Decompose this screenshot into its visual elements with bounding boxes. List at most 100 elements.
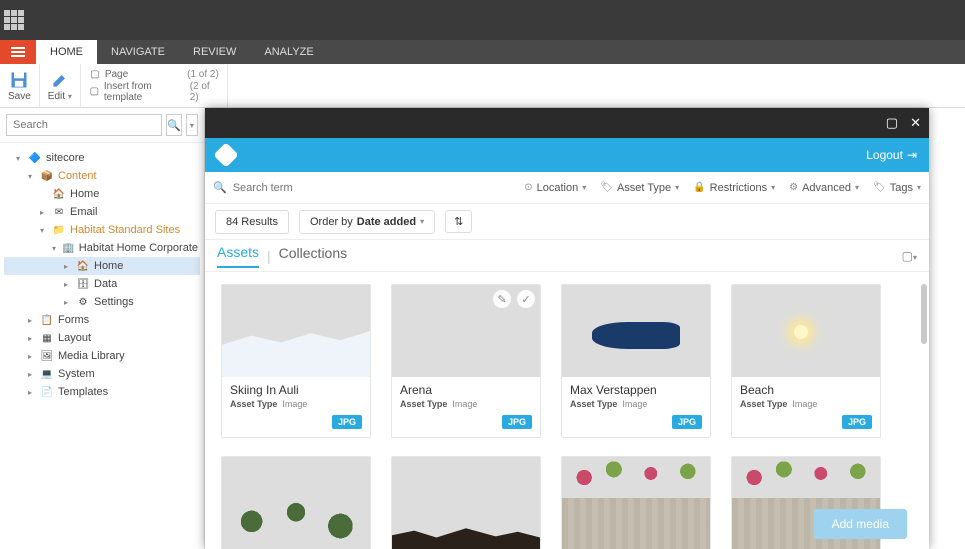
logout-icon: ⇥ bbox=[907, 148, 917, 162]
maximize-icon[interactable]: ▢ bbox=[886, 115, 898, 131]
save-label: Save bbox=[8, 91, 31, 102]
ribbon-tab-analyze[interactable]: ANALYZE bbox=[250, 40, 327, 64]
tree-item-habitat-standard-sites[interactable]: ▾📁Habitat Standard Sites bbox=[4, 221, 200, 239]
tree-node-label: Habitat Standard Sites bbox=[70, 224, 180, 236]
tree-node-icon: 📄 bbox=[40, 385, 54, 399]
scrollbar-thumb[interactable] bbox=[921, 284, 927, 344]
tree-node-icon: 🏠 bbox=[76, 259, 90, 273]
tree-node-icon: ✉ bbox=[52, 205, 66, 219]
filter-icon: 🔒 bbox=[693, 182, 705, 193]
add-media-button[interactable]: Add media bbox=[814, 509, 907, 539]
expand-icon: ▾ bbox=[52, 244, 58, 253]
result-bar: 84 Results Order by Date added ▾ ⇅ bbox=[205, 204, 929, 240]
tree-search-button[interactable]: 🔍 bbox=[166, 114, 182, 136]
tab-assets[interactable]: Assets bbox=[217, 244, 259, 268]
tree-node-label: Habitat Home Corporate bbox=[79, 242, 198, 254]
tree-node-icon: 🏠 bbox=[52, 187, 66, 201]
sort-direction-button[interactable]: ⇅ bbox=[445, 210, 472, 233]
asset-grid: Skiing In AuliAsset Type ImageJPG✎✓Arena… bbox=[205, 272, 929, 549]
tree-node-label: sitecore bbox=[46, 152, 85, 164]
tree-item-email[interactable]: ▸✉Email bbox=[4, 203, 200, 221]
tree-item-sitecore[interactable]: ▾🔷sitecore bbox=[4, 149, 200, 167]
asset-card[interactable]: Max VerstappenAsset Type ImageJPG bbox=[561, 284, 711, 438]
save-button[interactable]: Save bbox=[0, 64, 40, 107]
ribbon-tab-home[interactable]: HOME bbox=[36, 40, 97, 64]
results-count: 84 Results bbox=[215, 210, 289, 234]
filter-icon: ⚙ bbox=[789, 182, 798, 193]
filter-tags[interactable]: 🏷Tags▾ bbox=[873, 182, 921, 194]
tree-item-data[interactable]: ▸🗄Data bbox=[4, 275, 200, 293]
format-badge: JPG bbox=[502, 415, 532, 429]
filter-advanced[interactable]: ⚙Advanced▾ bbox=[789, 182, 859, 194]
filter-icon: 🏷 bbox=[600, 182, 613, 193]
order-by-dropdown[interactable]: Order by Date added ▾ bbox=[299, 210, 435, 234]
expand-icon: ▸ bbox=[28, 370, 36, 379]
tree-item-settings[interactable]: ▸⚙Settings bbox=[4, 293, 200, 311]
asset-card[interactable]: Bali bbox=[221, 456, 371, 549]
edit-icon bbox=[50, 70, 70, 90]
tab-collections[interactable]: Collections bbox=[279, 245, 347, 267]
close-icon[interactable]: ✕ bbox=[910, 115, 921, 131]
asset-search-input[interactable] bbox=[233, 182, 355, 194]
tree-item-system[interactable]: ▸💻System bbox=[4, 365, 200, 383]
asset-thumbnail: ✎✓ bbox=[392, 285, 540, 377]
expand-icon: ▾ bbox=[40, 226, 48, 235]
ribbon-tab-review[interactable]: REVIEW bbox=[179, 40, 250, 64]
asset-card[interactable]: ✎✓ArenaAsset Type ImageJPG bbox=[391, 284, 541, 438]
grid-view-button[interactable]: ▢▾ bbox=[902, 249, 917, 263]
search-icon: 🔍 bbox=[167, 119, 181, 132]
tree-item-templates[interactable]: ▸📄Templates bbox=[4, 383, 200, 401]
asset-card[interactable]: Skiing In AuliAsset Type ImageJPG bbox=[221, 284, 371, 438]
ribbon: Save Edit ▾ ▢ Page (1 of 2) ▢ Insert fro… bbox=[0, 64, 965, 108]
asset-card[interactable]: BeachAsset Type ImageJPG bbox=[731, 284, 881, 438]
tree-node-label: Layout bbox=[58, 332, 91, 344]
filter-restrictions[interactable]: 🔒Restrictions▾ bbox=[693, 182, 775, 194]
tree-item-forms[interactable]: ▸📋Forms bbox=[4, 311, 200, 329]
tree-node-icon: ▦ bbox=[40, 331, 54, 345]
dialog-brandbar: Logout ⇥ bbox=[205, 138, 929, 172]
app-launcher-icon[interactable] bbox=[4, 10, 24, 30]
tree-node-label: Forms bbox=[58, 314, 89, 326]
asset-title: Arena bbox=[392, 377, 540, 399]
filter-bar: 🔍 ⊙Location▾🏷Asset Type▾🔒Restrictions▾⚙A… bbox=[205, 172, 929, 204]
filter-icon: 🏷 bbox=[873, 182, 886, 193]
edit-asset-icon[interactable]: ✎ bbox=[492, 289, 512, 309]
save-icon bbox=[9, 70, 29, 90]
expand-icon: ▾ bbox=[16, 154, 24, 163]
tree-item-home[interactable]: 🏠Home bbox=[4, 185, 200, 203]
select-asset-icon[interactable]: ✓ bbox=[516, 289, 536, 309]
app-header bbox=[0, 0, 965, 40]
expand-icon: ▸ bbox=[28, 334, 36, 343]
asset-card[interactable]: Macy's Flower Show Crop bbox=[561, 456, 711, 549]
format-badge: JPG bbox=[332, 415, 362, 429]
tree-item-habitat-home-corporate[interactable]: ▾🏢Habitat Home Corporate bbox=[4, 239, 200, 257]
expand-icon: ▸ bbox=[28, 388, 36, 397]
insert-page-option[interactable]: ▢ Page (1 of 2) bbox=[89, 69, 219, 81]
filter-location[interactable]: ⊙Location▾ bbox=[524, 182, 586, 194]
tree-item-home[interactable]: ▸🏠Home bbox=[4, 257, 200, 275]
tree-node-icon: 💻 bbox=[40, 367, 54, 381]
tree-search-dropdown[interactable]: ▾ bbox=[186, 114, 198, 136]
tree-node-label: Data bbox=[94, 278, 117, 290]
format-badge: JPG bbox=[842, 415, 872, 429]
menu-button[interactable] bbox=[0, 40, 36, 64]
filter-icon: ⊙ bbox=[524, 182, 532, 193]
asset-card[interactable]: John-Fowler-1674829-Unsp... bbox=[391, 456, 541, 549]
brand-logo-icon bbox=[213, 142, 238, 167]
insert-group: ▢ Page (1 of 2) ▢ Insert from template (… bbox=[81, 64, 228, 107]
tree-item-media-library[interactable]: ▸🖼Media Library bbox=[4, 347, 200, 365]
tree-item-layout[interactable]: ▸ ▦ Layout bbox=[4, 329, 200, 347]
view-tabs: Assets | Collections ▢▾ bbox=[205, 240, 929, 272]
filter-asset-type[interactable]: 🏷Asset Type▾ bbox=[600, 182, 679, 194]
logout-link[interactable]: Logout ⇥ bbox=[866, 148, 917, 162]
tree-node-icon: 🗄 bbox=[76, 277, 90, 291]
insert-template-option[interactable]: ▢ Insert from template (2 of 2) bbox=[89, 81, 219, 103]
tree-item-content[interactable]: ▾📦Content bbox=[4, 167, 200, 185]
asset-meta: Asset Type Image bbox=[562, 399, 710, 415]
tree-node-label: Email bbox=[70, 206, 98, 218]
ribbon-tab-navigate[interactable]: NAVIGATE bbox=[97, 40, 179, 64]
tree-search-input[interactable] bbox=[6, 114, 162, 136]
tree-node-icon: ⚙ bbox=[76, 295, 90, 309]
content-tree-panel: 🔍 ▾ ▾🔷sitecore▾📦Content🏠Home ▸ ✉ Email ▾📁Hab… bbox=[0, 108, 205, 549]
edit-button[interactable]: Edit ▾ bbox=[40, 64, 81, 107]
